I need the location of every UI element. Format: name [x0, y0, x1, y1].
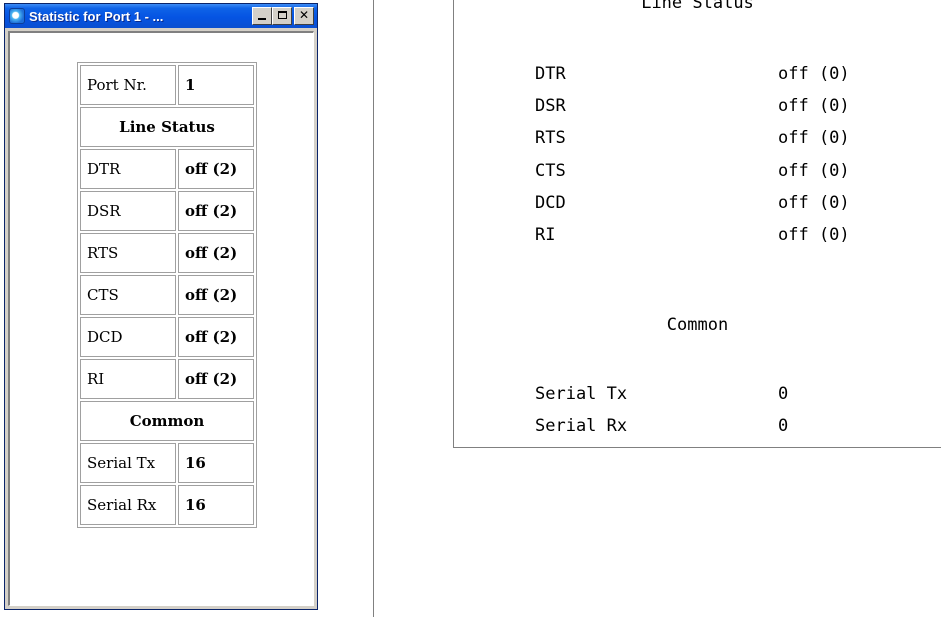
counter-label: Serial Tx — [80, 443, 176, 483]
table-row: Port Nr. 1 — [80, 65, 254, 105]
common-header: Common — [666, 315, 729, 335]
signal-value: off (0) — [778, 128, 850, 148]
window-titlebar[interactable]: Statistic for Port 1 - ... ✕ — [5, 4, 317, 28]
signal-label: RI — [535, 225, 556, 245]
signal-value: off (2) — [178, 359, 254, 399]
table-row: Serial Rx 16 — [80, 485, 254, 525]
line-status-header: Line Status — [80, 107, 254, 147]
port-number-label: Port Nr. — [80, 65, 176, 105]
maximize-button[interactable] — [272, 7, 292, 25]
counter-label: Serial Tx — [535, 384, 628, 404]
counter-value: 16 — [178, 485, 254, 525]
signal-label: DSR — [535, 96, 566, 116]
table-row: RTS off (2) — [80, 233, 254, 273]
signal-value: off (0) — [778, 64, 850, 84]
port-number-value: 1 — [178, 65, 254, 105]
signal-value: off (2) — [178, 233, 254, 273]
signal-value: off (0) — [778, 96, 850, 116]
port-statistics-table: Port Nr. 1 Line Status DTR off (2) DSR o… — [77, 62, 257, 528]
table-row: Common — [80, 401, 254, 441]
line-status-header: Line Status — [641, 0, 754, 13]
table-row: DSR off (2) — [80, 191, 254, 231]
table-row: CTS off (2) — [80, 275, 254, 315]
statistic-window: Statistic for Port 1 - ... ✕ Port Nr. 1 … — [4, 3, 318, 610]
maximize-icon — [277, 11, 287, 19]
panel-divider — [373, 0, 374, 617]
close-button[interactable]: ✕ — [294, 7, 314, 25]
table-row: Serial Tx 16 — [80, 443, 254, 483]
table-row: DTR off (2) — [80, 149, 254, 189]
counter-value: 0 — [778, 384, 789, 404]
counter-label: Serial Rx — [535, 416, 628, 436]
counter-label: Serial Rx — [80, 485, 176, 525]
text-statistics-panel: Line Status DTR off (0) DSR off (0) RTS … — [453, 0, 941, 448]
signal-label: DTR — [535, 64, 566, 84]
signal-value: off (2) — [178, 275, 254, 315]
window-content: Port Nr. 1 Line Status DTR off (2) DSR o… — [8, 31, 314, 606]
minimize-button[interactable] — [252, 7, 272, 25]
signal-label: CTS — [535, 161, 566, 181]
minimize-icon — [258, 18, 266, 20]
signal-label: DSR — [80, 191, 176, 231]
internet-explorer-icon — [9, 8, 25, 24]
counter-value: 0 — [778, 416, 789, 436]
signal-value: off (0) — [778, 161, 850, 181]
window-title: Statistic for Port 1 - ... — [29, 8, 164, 24]
signal-label: RTS — [535, 128, 566, 148]
signal-label: DTR — [80, 149, 176, 189]
signal-value: off (2) — [178, 191, 254, 231]
common-header: Common — [80, 401, 254, 441]
signal-value: off (0) — [778, 193, 850, 213]
table-row: RI off (2) — [80, 359, 254, 399]
signal-label: RI — [80, 359, 176, 399]
counter-value: 16 — [178, 443, 254, 483]
signal-value: off (2) — [178, 149, 254, 189]
signal-label: RTS — [80, 233, 176, 273]
signal-value: off (0) — [778, 225, 850, 245]
close-icon: ✕ — [298, 8, 310, 22]
table-row: Line Status — [80, 107, 254, 147]
signal-value: off (2) — [178, 317, 254, 357]
table-row: DCD off (2) — [80, 317, 254, 357]
signal-label: DCD — [535, 193, 566, 213]
signal-label: CTS — [80, 275, 176, 315]
signal-label: DCD — [80, 317, 176, 357]
